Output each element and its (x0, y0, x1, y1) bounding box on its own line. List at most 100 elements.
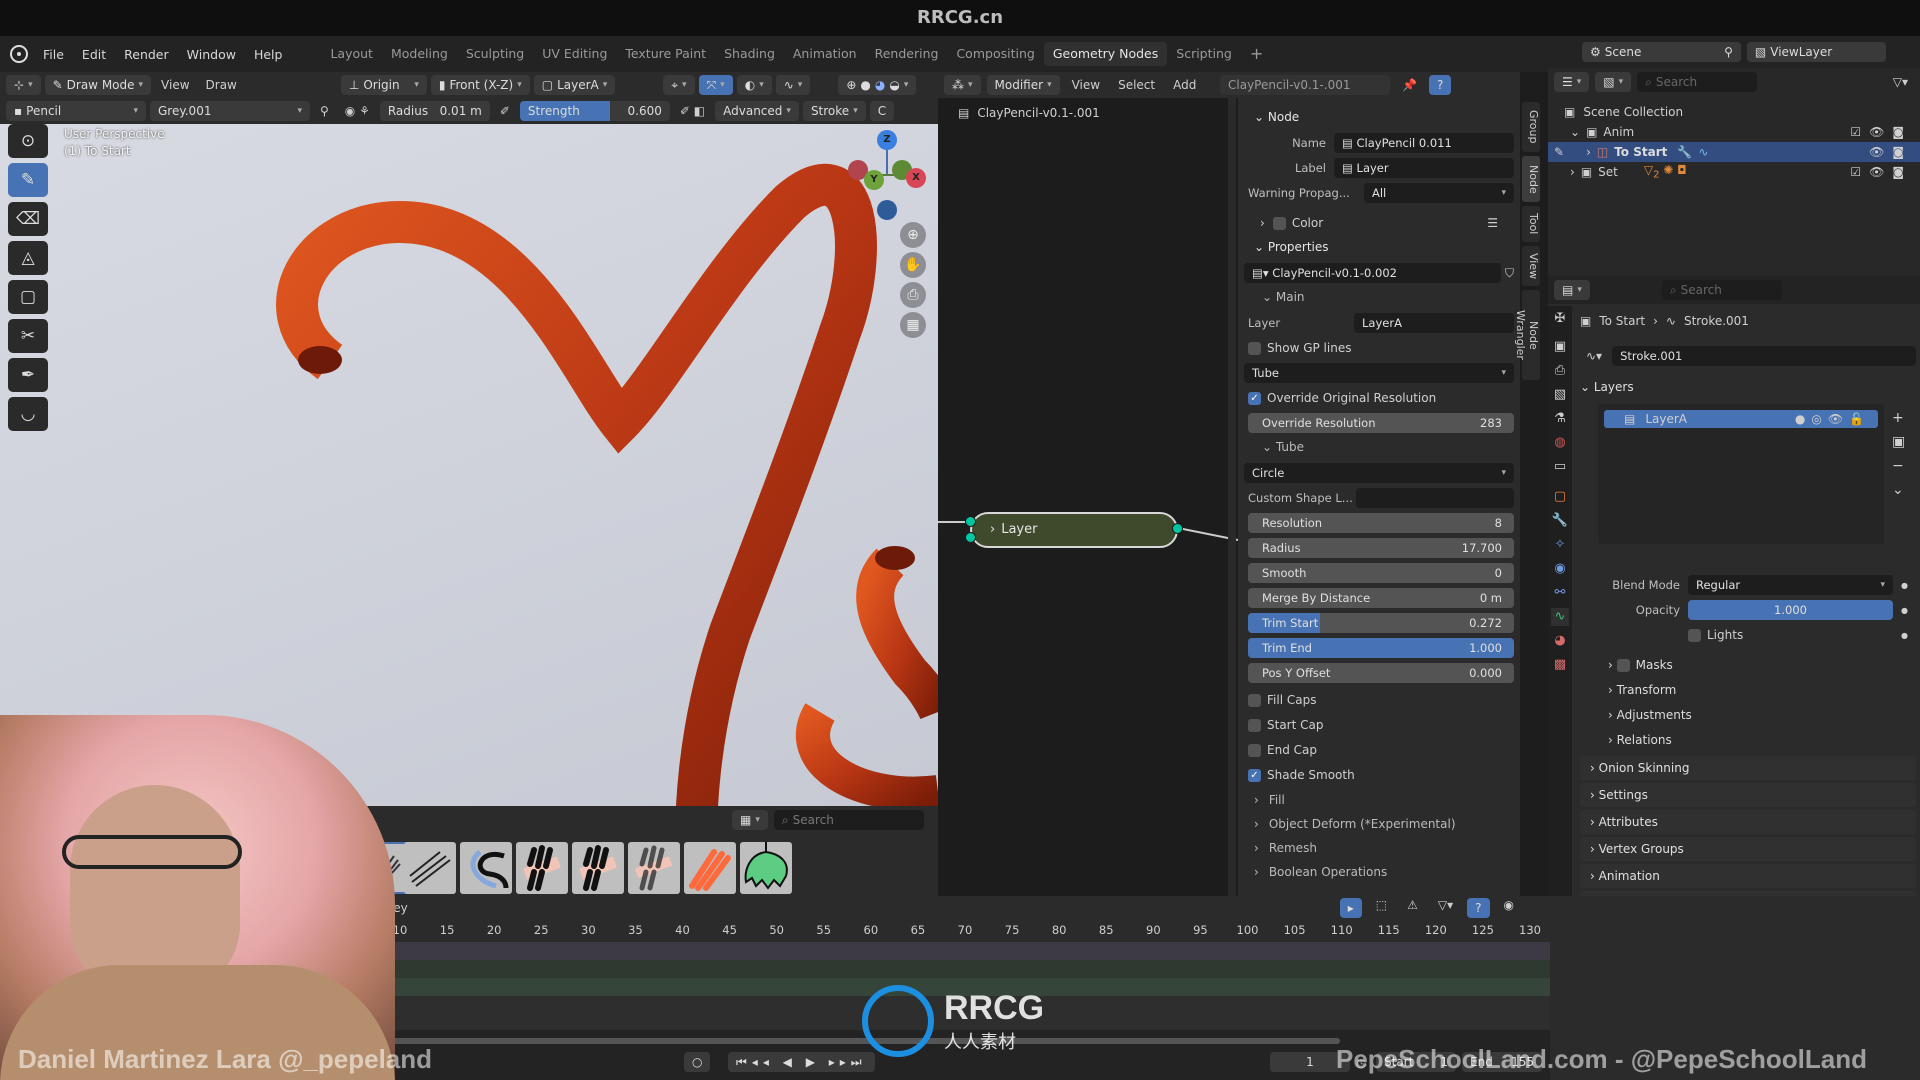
layer-field[interactable]: LayerA (1354, 313, 1514, 333)
overlay-toggle[interactable]: ◐ ▾ (736, 75, 772, 95)
box-tool-icon[interactable]: ▢ (8, 280, 48, 314)
menu-edit[interactable]: Edit (73, 47, 115, 62)
render-tab-icon[interactable]: ▣ (1551, 338, 1569, 356)
tab-tool[interactable]: Tool (1522, 206, 1540, 242)
checkbox-row-shade-smooth[interactable]: ✓ Shade Smooth (1244, 764, 1514, 786)
checkbox-row-end-cap[interactable]: End Cap (1244, 739, 1514, 761)
scene-tab-icon[interactable]: ⚗ (1551, 410, 1569, 428)
data-tab-icon[interactable]: ∿ (1551, 608, 1569, 626)
override-original-checkbox[interactable]: ✓ (1248, 391, 1261, 405)
subpanel-remesh[interactable]: › Remesh (1244, 837, 1514, 859)
errors-icon[interactable]: ⚠ (1401, 898, 1424, 918)
grid-perspective-icon[interactable]: ▦ (900, 312, 926, 338)
stroke-datablock-field[interactable]: Stroke.001 (1612, 346, 1916, 366)
output-tab-icon[interactable]: ⎙ (1551, 362, 1569, 380)
transport-buttons[interactable]: ⏮◂◂ ◀ ▶ ▸▸⏭ (728, 1052, 875, 1072)
display-mode-dropdown[interactable]: ☰ ▾ (1554, 72, 1590, 92)
animation-panel[interactable]: › Animation (1580, 864, 1916, 888)
menu-window[interactable]: Window (178, 47, 245, 62)
gizmo-neg-z-axis[interactable] (877, 200, 897, 220)
vertex-groups-panel[interactable]: › Vertex Groups (1580, 837, 1916, 861)
node-input-socket-2[interactable] (965, 532, 976, 543)
properties-editor-type[interactable]: ▤ ▾ (1554, 280, 1590, 300)
world-tab-icon[interactable]: ◍ (1551, 434, 1569, 452)
edit-pencil-icon[interactable]: ✎ (1554, 145, 1564, 159)
slider-resolution[interactable]: Resolution 8 (1248, 513, 1514, 533)
auto-normalize-icon[interactable]: ? (1467, 898, 1490, 918)
hidden-icon[interactable]: ⬚ (1370, 898, 1393, 918)
tab-animation[interactable]: Animation (784, 42, 866, 66)
collection-tab-icon[interactable]: ▭ (1551, 458, 1569, 476)
shape-dropdown[interactable]: Circle ▾ (1244, 463, 1514, 483)
material-dropdown[interactable]: Grey.001 ▾ (150, 101, 310, 121)
filter-icon[interactable]: ▽▾ (1887, 75, 1914, 89)
node-section-header[interactable]: ⌄ Node (1244, 106, 1299, 128)
brush-marker[interactable] (516, 842, 568, 894)
layer-item[interactable]: ▤ LayerA ●◎👁🔓 (1604, 410, 1878, 428)
modifier-tab-icon[interactable]: 🔧 (1551, 512, 1569, 530)
subpanel-boolean-operations[interactable]: › Boolean Operations (1244, 861, 1514, 883)
scene-selector[interactable]: ⚙ Scene ⚲ (1582, 42, 1741, 62)
node-name-field[interactable]: ▤ ClayPencil 0.011 (1334, 133, 1514, 153)
relations-subpanel[interactable]: › Relations (1608, 733, 1672, 747)
add-layer-button[interactable]: + (1892, 410, 1905, 426)
outliner-row-anim[interactable]: ⌄ ▣ Anim ☑👁◙ (1548, 122, 1920, 142)
brush-airbrush[interactable] (460, 842, 512, 894)
editor-type-button[interactable]: ⊹ ▾ (6, 75, 41, 95)
outliner-row-set[interactable]: › ▣ Set ▽2 ✺ ◘ ☑👁◙ (1548, 162, 1920, 182)
view-menu[interactable]: View (155, 78, 195, 92)
layer-dropdown[interactable]: ▢ LayerA ▾ (533, 75, 616, 95)
tab-view[interactable]: View (1522, 246, 1540, 286)
slider-pos-y-offset[interactable]: Pos Y Offset 0.000 (1248, 663, 1514, 683)
stroke-overlay-toggle[interactable]: ∿ ▾ (775, 75, 811, 95)
node-editor[interactable]: ⁂▾ Modifier▾ View Select Add Node ▤ Clay… (938, 72, 1246, 896)
origin-dropdown[interactable]: ⊥ Origin ▾ (340, 75, 427, 95)
shading-modes[interactable]: ⊕ ● ◕ ◒ ▾ (838, 75, 917, 95)
timeline-scrollbar[interactable] (380, 1038, 1340, 1044)
node-group-datablock[interactable]: ▤▾ ClayPencil-v0.1-0.002 (1244, 263, 1501, 283)
modifier-wrench-icon[interactable]: 🔧 (1677, 145, 1692, 159)
pin-icon[interactable]: 📌 (1396, 78, 1423, 92)
tool-tab-icon[interactable]: ✠ (1551, 310, 1569, 328)
main-subsection-header[interactable]: ⌄ Main (1252, 286, 1305, 308)
brush-ink[interactable] (404, 842, 456, 894)
outliner-row-to-start[interactable]: ✎ › ◫ To Start 🔧 ∿ 👁◙ (1548, 142, 1920, 162)
view-layer-selector[interactable]: ▧ ViewLayer (1746, 42, 1886, 62)
keyframe-dot[interactable]: ● (1901, 631, 1908, 640)
tab-shading[interactable]: Shading (715, 42, 784, 66)
remove-layer-button[interactable]: − (1892, 458, 1905, 474)
strength-slider[interactable]: Strength 0.600 (519, 101, 670, 121)
checkbox[interactable] (1248, 693, 1261, 707)
blend-mode-dropdown[interactable]: Regular ▾ (1688, 575, 1894, 595)
opacity-slider[interactable]: 1.000 (1688, 600, 1894, 620)
checkbox-row-start-cap[interactable]: Start Cap (1244, 714, 1514, 736)
properties-section-header[interactable]: ⌄ Properties (1244, 236, 1329, 258)
shader-fx-tab-icon[interactable]: ✧ (1551, 536, 1569, 554)
tab-geometry-nodes[interactable]: Geometry Nodes (1043, 42, 1168, 66)
gizmo-z-axis[interactable]: Z (877, 130, 897, 150)
fill-tool-icon[interactable]: ◬ (8, 241, 48, 275)
filter-icon[interactable]: ▽▾ (1432, 898, 1459, 918)
outliner-row-scene-collection[interactable]: ▣ Scene Collection (1548, 102, 1920, 122)
radius-field[interactable]: Radius 0.01 m (379, 101, 490, 121)
add-workspace-button[interactable]: + (1241, 42, 1272, 66)
subpanel-fill[interactable]: › Fill (1244, 789, 1514, 811)
layer-node[interactable]: › Layer (970, 512, 1178, 548)
blender-logo-icon[interactable] (10, 45, 28, 63)
snap-button[interactable]: ⌖ ▾ (663, 75, 695, 95)
orientation-dropdown[interactable]: ▮ Front (X-Z) ▾ (430, 75, 530, 95)
tab-node-wrangler[interactable]: Node Wrangler (1514, 290, 1540, 380)
stroke-data-icon[interactable]: ∿ (1698, 145, 1708, 159)
node-collapse-chevron[interactable]: › (990, 522, 995, 537)
only-selected-icon[interactable]: ▸ (1339, 898, 1362, 918)
slider-trim-start[interactable]: Trim Start 0.272 (1248, 613, 1514, 633)
show-gp-lines-checkbox[interactable] (1248, 341, 1261, 355)
physics-tab-icon[interactable]: ◉ (1551, 560, 1569, 578)
slider-smooth[interactable]: Smooth 0 (1248, 563, 1514, 583)
brush-marker-soft[interactable] (628, 842, 680, 894)
tab-uv-editing[interactable]: UV Editing (533, 42, 616, 66)
transform-subpanel[interactable]: › Transform (1608, 683, 1676, 697)
solid-icon[interactable]: ● (860, 75, 870, 95)
advanced-dropdown[interactable]: Advanced ▾ (715, 101, 799, 121)
visibility-icons[interactable]: ☑👁◙ (1850, 165, 1920, 179)
